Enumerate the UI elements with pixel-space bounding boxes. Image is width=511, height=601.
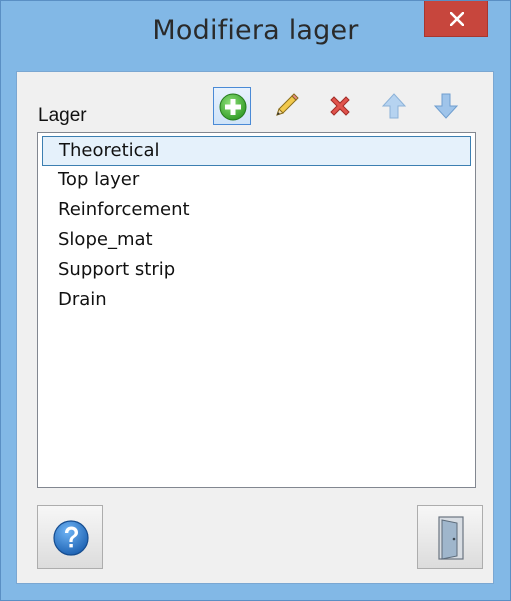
edit-layer-button[interactable] — [267, 87, 305, 125]
arrow-down-icon — [433, 93, 459, 119]
list-item[interactable]: Slope_mat — [42, 226, 471, 256]
list-item[interactable]: Drain — [42, 286, 471, 316]
list-item[interactable]: Support strip — [42, 256, 471, 286]
add-icon — [219, 93, 247, 121]
layer-list[interactable]: Theoretical Top layer Reinforcement Slop… — [37, 132, 476, 488]
list-item[interactable]: Top layer — [42, 166, 471, 196]
title-bar[interactable]: Modifiera lager — [1, 1, 510, 71]
add-layer-button[interactable] — [213, 87, 251, 125]
exit-door-icon — [438, 516, 464, 560]
delete-icon — [330, 96, 350, 116]
close-icon — [450, 12, 464, 26]
pencil-icon — [276, 93, 299, 116]
list-item[interactable]: Reinforcement — [42, 196, 471, 226]
help-icon — [53, 520, 89, 556]
help-button[interactable] — [37, 505, 103, 569]
layer-list-label: Lager — [38, 105, 87, 126]
move-down-button[interactable] — [427, 87, 465, 125]
dialog-window: Modifiera lager Lager Theoretical Top la… — [0, 0, 511, 601]
delete-layer-button[interactable] — [321, 87, 359, 125]
move-up-button[interactable] — [375, 87, 413, 125]
arrow-up-icon — [381, 93, 407, 119]
exit-button[interactable] — [417, 505, 483, 569]
close-button[interactable] — [424, 1, 488, 37]
list-item[interactable]: Theoretical — [42, 136, 471, 166]
dialog-content: Lager Theoretical Top layer Reinforcemen… — [16, 71, 494, 584]
